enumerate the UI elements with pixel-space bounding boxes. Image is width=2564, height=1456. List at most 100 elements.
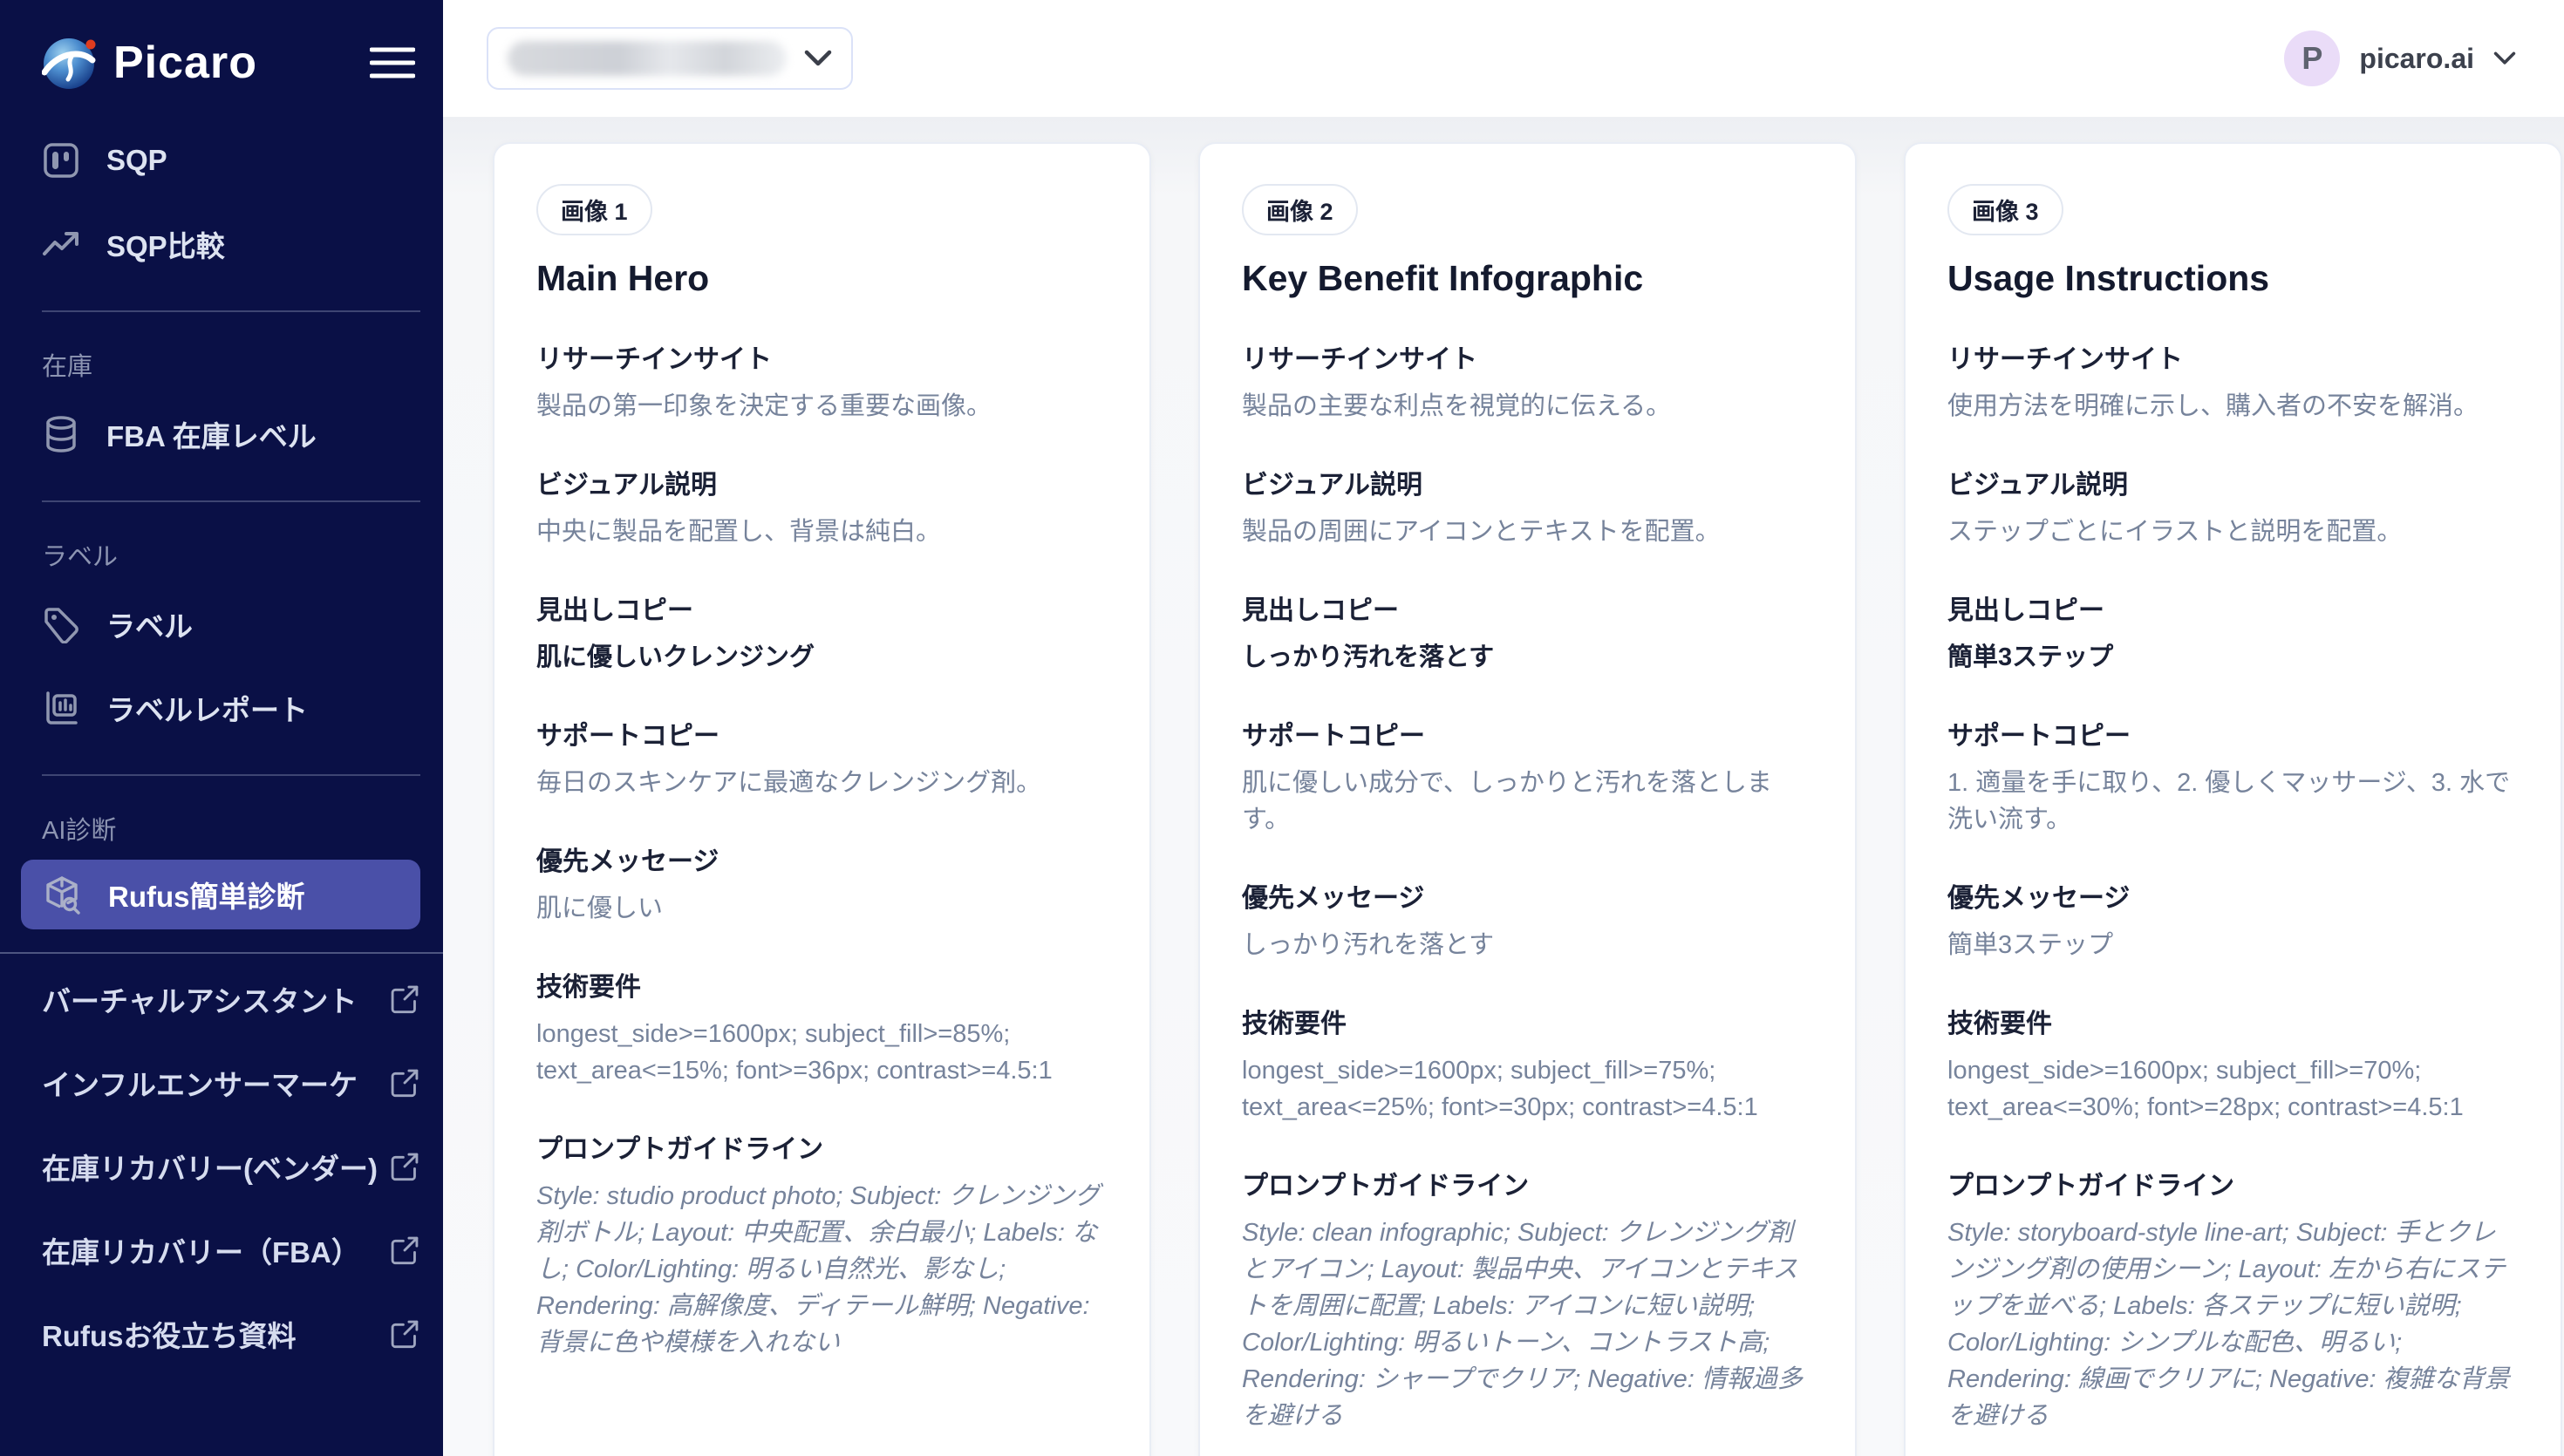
sidebar-link-inventory-recovery-fba[interactable]: 在庫リカバリー（FBA） (42, 1208, 420, 1292)
sidebar-item-label: ラベルレポート (106, 687, 308, 729)
sidebar-item-label: Rufus簡単診断 (108, 874, 305, 915)
sidebar-item-label: FBA 在庫レベル (106, 413, 317, 455)
sidebar-item-rufus-diagnosis[interactable]: Rufus簡単診断 (21, 860, 420, 929)
sidebar-section-ai-diagnosis: AI診断 (42, 814, 420, 847)
chevron-down-icon (804, 50, 832, 67)
tech-requirements-text: longest_side>=1600px; subject_fill>=85%;… (536, 1016, 1108, 1089)
section-label-research: リサーチインサイト (536, 337, 1108, 376)
sidebar-item-label-report[interactable]: ラベルレポート (42, 666, 420, 750)
sidebar-link-influencer-marketing[interactable]: インフルエンサーマーケ (42, 1041, 420, 1125)
headline-copy-text: 肌に優しいクレンジング (536, 639, 1108, 676)
visual-description-text: 製品の周囲にアイコンとテキストを配置。 (1242, 514, 1813, 550)
section-label-research: リサーチインサイト (1947, 337, 2519, 376)
image-badge: 画像 2 (1242, 184, 1358, 235)
sidebar-section-label: ラベル (42, 541, 420, 574)
project-selector-dropdown[interactable] (487, 27, 853, 90)
section-label-tech: 技術要件 (1947, 1002, 2519, 1040)
sidebar-link-label: バーチャルアシスタント (42, 978, 357, 1020)
redacted-selector-value (508, 41, 787, 76)
research-insight-text: 製品の第一印象を決定する重要な画像。 (536, 388, 1108, 425)
avatar: P (2284, 31, 2340, 86)
picaro-logo-icon (42, 34, 99, 92)
external-link-icon (389, 1067, 420, 1099)
section-label-headline: 見出しコピー (1242, 589, 1813, 627)
section-label-visual: ビジュアル説明 (1947, 463, 2519, 501)
support-copy-text: 毎日のスキンケアに最適なクレンジング剤。 (536, 765, 1108, 801)
sidebar-link-virtual-assistant[interactable]: バーチャルアシスタント (42, 957, 420, 1041)
database-icon (42, 415, 80, 453)
section-label-tech: 技術要件 (536, 965, 1108, 1004)
image-badge: 画像 1 (536, 184, 652, 235)
sqp-icon (42, 141, 80, 180)
section-label-visual: ビジュアル説明 (1242, 463, 1813, 501)
priority-message-text: しっかり汚れを落とす (1242, 927, 1813, 963)
sidebar-link-inventory-recovery-vendor[interactable]: 在庫リカバリー(ベンダー) (42, 1125, 420, 1208)
sidebar-nav: SQP SQP比較 在庫 FBA 在庫レベル ラベル (42, 119, 420, 929)
section-label-visual: ビジュアル説明 (536, 463, 1108, 501)
topbar: P picaro.ai (443, 0, 2564, 118)
priority-message-text: 簡単3ステップ (1947, 927, 2519, 963)
external-link-icon (389, 1235, 420, 1266)
account-name: picaro.ai (2359, 43, 2474, 75)
visual-description-text: 中央に製品を配置し、背景は純白。 (536, 514, 1108, 550)
sidebar-link-label: 在庫リカバリー（FBA） (42, 1229, 360, 1271)
tag-icon (42, 605, 80, 643)
report-icon (42, 689, 80, 727)
headline-copy-text: 簡単3ステップ (1947, 639, 2519, 676)
external-link-icon (389, 983, 420, 1015)
sidebar-external-links: バーチャルアシスタント インフルエンサーマーケ 在庫リカバリー(ベンダー) (0, 952, 443, 1376)
box-search-icon (42, 874, 82, 915)
support-copy-text: 肌に優しい成分で、しっかりと汚れを落とします。 (1242, 765, 1813, 838)
tech-requirements-text: longest_side>=1600px; subject_fill>=70%;… (1947, 1052, 2519, 1126)
section-label-tech: 技術要件 (1242, 1002, 1813, 1040)
card-title: Key Benefit Infographic (1242, 258, 1813, 299)
sidebar-item-label: ラベル (106, 603, 193, 645)
tech-requirements-text: longest_side>=1600px; subject_fill>=75%;… (1242, 1052, 1813, 1126)
section-label-priority: 優先メッセージ (536, 840, 1108, 878)
sidebar-item-fba-inventory-level[interactable]: FBA 在庫レベル (42, 392, 420, 476)
external-link-icon (389, 1318, 420, 1350)
image-badge: 画像 3 (1947, 184, 2063, 235)
sidebar-item-label[interactable]: ラベル (42, 582, 420, 666)
trend-up-icon (42, 225, 80, 263)
picaro-logo[interactable]: Picaro (42, 34, 257, 92)
hamburger-icon (370, 45, 415, 80)
sidebar-link-label: Rufusお役立ち資料 (42, 1313, 297, 1355)
support-copy-text: 1. 適量を手に取り、2. 優しくマッサージ、3. 水で洗い流す。 (1947, 765, 2519, 838)
logo-text: Picaro (113, 37, 257, 89)
sidebar-link-rufus-resources[interactable]: Rufusお役立ち資料 (42, 1292, 420, 1376)
account-menu[interactable]: P picaro.ai (2284, 31, 2516, 86)
section-label-support: サポートコピー (1242, 714, 1813, 752)
section-label-research: リサーチインサイト (1242, 337, 1813, 376)
card-title: Usage Instructions (1947, 258, 2519, 299)
external-link-icon (389, 1151, 420, 1182)
sidebar-divider (42, 774, 420, 776)
sidebar-divider (42, 310, 420, 312)
section-label-prompt: プロンプトガイドライン (536, 1127, 1108, 1166)
image-spec-grid: 画像 1 Main Hero リサーチインサイト 製品の第一印象を決定する重要な… (493, 142, 2564, 1456)
section-label-priority: 優先メッセージ (1242, 876, 1813, 915)
section-label-support: サポートコピー (1947, 714, 2519, 752)
sidebar-item-sqp-compare[interactable]: SQP比較 (42, 202, 420, 286)
section-label-headline: 見出しコピー (536, 589, 1108, 627)
section-label-priority: 優先メッセージ (1947, 876, 2519, 915)
priority-message-text: 肌に優しい (536, 890, 1108, 927)
card-title: Main Hero (536, 258, 1108, 299)
section-label-prompt: プロンプトガイドライン (1947, 1164, 2519, 1202)
image-spec-card-1: 画像 1 Main Hero リサーチインサイト 製品の第一印象を決定する重要な… (493, 142, 1151, 1456)
sidebar-item-label: SQP (106, 144, 167, 177)
image-spec-card-3: 画像 3 Usage Instructions リサーチインサイト 使用方法を明… (1904, 142, 2562, 1456)
main-area: P picaro.ai 画像 1 Main Hero リサーチインサイト 製品の… (443, 0, 2564, 1456)
chevron-down-icon (2493, 51, 2516, 65)
section-label-support: サポートコピー (536, 714, 1108, 752)
sidebar-item-sqp[interactable]: SQP (42, 119, 420, 202)
research-insight-text: 製品の主要な利点を視覚的に伝える。 (1242, 388, 1813, 425)
section-label-prompt: プロンプトガイドライン (1242, 1164, 1813, 1202)
sidebar-item-label: SQP比較 (106, 223, 225, 265)
visual-description-text: ステップごとにイラストと説明を配置。 (1947, 514, 2519, 550)
sidebar-link-label: 在庫リカバリー(ベンダー) (42, 1146, 378, 1187)
prompt-guideline-text: Style: clean infographic; Subject: クレンジン… (1242, 1214, 1813, 1434)
menu-toggle-button[interactable] (365, 40, 420, 85)
headline-copy-text: しっかり汚れを落とす (1242, 639, 1813, 676)
section-label-headline: 見出しコピー (1947, 589, 2519, 627)
